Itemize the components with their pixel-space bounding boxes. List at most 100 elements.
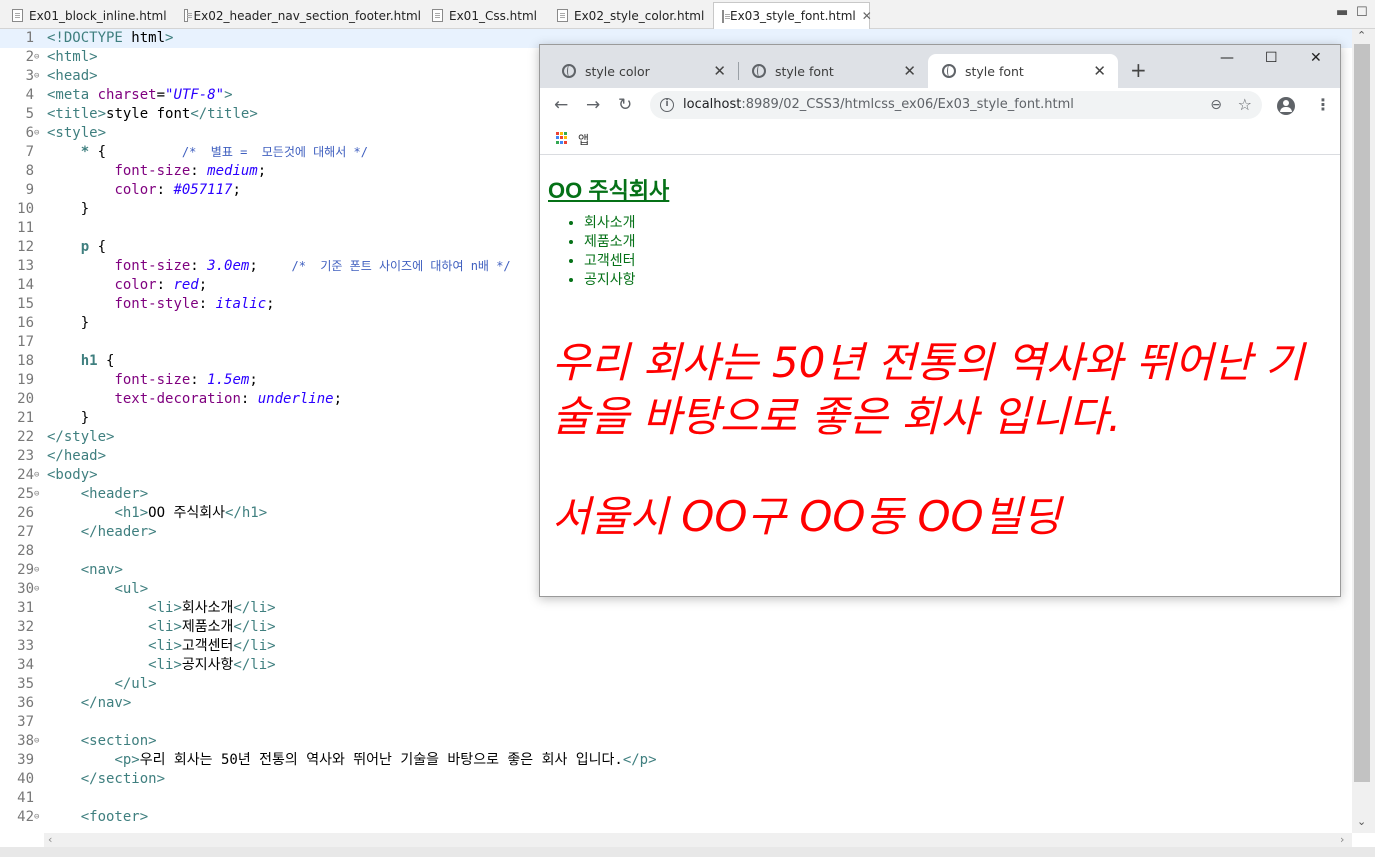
line-number: 20 <box>17 391 34 407</box>
line-number: 26 <box>17 505 34 521</box>
fold-toggle-icon[interactable]: ⊖ <box>34 124 39 143</box>
close-icon[interactable]: ✕ <box>713 62 726 80</box>
code-text: font-size: medium; <box>114 163 267 179</box>
bookmark-star-icon[interactable]: ☆ <box>1238 91 1252 119</box>
browser-tab-label: style color <box>585 63 650 79</box>
apps-grid-icon[interactable] <box>556 132 568 144</box>
browser-tab-active[interactable]: style font ✕ <box>928 54 1118 88</box>
line-number: 14 <box>17 277 34 293</box>
nav-item: 고객센터 <box>584 252 636 271</box>
maximize-icon[interactable]: ☐ <box>1356 5 1368 20</box>
forward-icon[interactable]: → <box>586 95 600 115</box>
browser-tab[interactable]: style font ✕ <box>738 54 928 88</box>
code-line[interactable]: 37 <box>0 713 1352 732</box>
fold-toggle-icon[interactable]: ⊖ <box>34 67 39 86</box>
close-icon[interactable]: ✕ <box>862 9 872 23</box>
editor-tab[interactable]: Ex01_block_inline.html <box>4 2 172 29</box>
page-heading: OO 주식회사 <box>548 178 670 203</box>
new-tab-icon[interactable]: + <box>1130 58 1147 82</box>
html-file-icon <box>432 9 443 22</box>
line-number: 23 <box>17 448 34 464</box>
code-line[interactable]: 36 </nav> <box>0 694 1352 713</box>
line-number: 11 <box>17 220 34 236</box>
profile-icon[interactable] <box>1277 97 1295 115</box>
code-text: <li>제품소개</li> <box>148 619 276 635</box>
code-text: </ul> <box>114 676 157 692</box>
editor-tab[interactable]: Ex01_Css.html <box>424 2 548 29</box>
code-line[interactable]: 40 </section> <box>0 770 1352 789</box>
minimize-icon[interactable]: — <box>1220 50 1234 66</box>
code-line[interactable]: 39 <p>우리 회사는 50년 전통의 역사와 뛰어난 기술을 바탕으로 좋은… <box>0 751 1352 770</box>
html-file-icon <box>722 9 730 23</box>
line-number: 12 <box>17 239 34 255</box>
line-number: 39 <box>17 752 34 768</box>
line-number: 21 <box>17 410 34 426</box>
fold-toggle-icon[interactable]: ⊖ <box>34 732 39 751</box>
editor-tab-active[interactable]: Ex03_style_font.html ✕ <box>713 2 872 29</box>
scrollbar-thumb[interactable] <box>1354 44 1370 782</box>
page-viewport: OO 주식회사 회사소개 제품소개 고객센터 공지사항 우리 회사는 50년 전… <box>540 156 1340 596</box>
scroll-left-icon[interactable]: ‹ <box>48 833 52 846</box>
code-line[interactable]: 35 </ul> <box>0 675 1352 694</box>
code-line[interactable]: 32 <li>제품소개</li> <box>0 618 1352 637</box>
close-icon[interactable]: ✕ <box>903 62 916 80</box>
html-file-icon <box>184 9 192 22</box>
line-number: 9 <box>25 182 34 198</box>
bookmarks-bar: 앱 <box>540 123 1340 155</box>
address-bar[interactable]: i localhost:8989/02_CSS3/htmlcss_ex06/Ex… <box>650 91 1262 119</box>
fold-toggle-icon[interactable]: ⊖ <box>34 808 39 827</box>
url-text[interactable]: localhost:8989/02_CSS3/htmlcss_ex06/Ex03… <box>683 91 1074 119</box>
close-window-icon[interactable]: ✕ <box>1310 50 1322 66</box>
code-text: <html> <box>47 49 98 65</box>
fold-toggle-icon[interactable]: ⊖ <box>34 580 39 599</box>
scroll-down-icon[interactable]: ⌄ <box>1357 815 1366 828</box>
editor-tab-label: Ex02_header_nav_section_footer.html <box>193 8 421 23</box>
code-line[interactable]: 33 <li>고객센터</li> <box>0 637 1352 656</box>
close-icon[interactable]: ✕ <box>1093 62 1106 80</box>
code-line[interactable]: 42 ⊖ <footer> <box>0 808 1352 827</box>
code-line[interactable]: 38 ⊖ <section> <box>0 732 1352 751</box>
scroll-right-icon[interactable]: › <box>1340 833 1344 846</box>
line-number: 28 <box>17 543 34 559</box>
horizontal-scrollbar[interactable]: ‹ › <box>44 833 1352 847</box>
info-icon[interactable]: i <box>660 98 674 112</box>
minimize-icon[interactable]: ▬ <box>1336 5 1348 20</box>
reload-icon[interactable]: ↻ <box>618 95 632 115</box>
line-number: 18 <box>17 353 34 369</box>
code-line[interactable]: 34 <li>공지사항</li> <box>0 656 1352 675</box>
editor-tab[interactable]: Ex02_style_color.html <box>549 2 711 29</box>
code-text: <p>우리 회사는 50년 전통의 역사와 뛰어난 기술을 바탕으로 좋은 회사… <box>114 752 657 768</box>
nav-item: 제품소개 <box>584 233 636 252</box>
maximize-icon[interactable]: ☐ <box>1265 50 1278 66</box>
code-line[interactable]: 31 <li>회사소개</li> <box>0 599 1352 618</box>
back-icon[interactable]: ← <box>554 95 568 115</box>
line-number: 17 <box>17 334 34 350</box>
line-number: 24 <box>17 467 34 483</box>
globe-icon <box>562 64 576 78</box>
fold-toggle-icon[interactable]: ⊖ <box>34 466 39 485</box>
code-text: </section> <box>80 771 166 787</box>
fold-toggle-icon[interactable]: ⊖ <box>34 561 39 580</box>
code-line[interactable]: 41 <box>0 789 1352 808</box>
code-text: } <box>47 201 90 217</box>
vertical-scrollbar[interactable]: ⌃ ⌄ <box>1352 29 1375 833</box>
apps-label[interactable]: 앱 <box>578 131 589 148</box>
scroll-up-icon[interactable]: ⌃ <box>1357 29 1366 42</box>
line-number: 42 <box>17 809 34 825</box>
fold-toggle-icon[interactable]: ⊖ <box>34 485 39 504</box>
line-number: 38 <box>17 733 34 749</box>
globe-icon <box>942 64 956 78</box>
browser-tab[interactable]: style color ✕ <box>548 54 738 88</box>
fold-toggle-icon[interactable]: ⊖ <box>34 48 39 67</box>
zoom-icon[interactable]: ⊖ <box>1210 91 1222 119</box>
editor-tab[interactable]: Ex02_header_nav_section_footer.html <box>176 2 421 29</box>
code-text: <style> <box>47 125 107 141</box>
code-text: <header> <box>80 486 149 502</box>
code-text: <section> <box>80 733 157 749</box>
line-number: 2 <box>25 49 34 65</box>
code-text: <li>회사소개</li> <box>148 600 276 616</box>
menu-icon[interactable]: ⋮ <box>1315 95 1331 114</box>
line-number: 25 <box>17 486 34 502</box>
code-text: <h1>OO 주식회사</h1> <box>114 505 268 521</box>
code-text: font-size: 1.5em; <box>114 372 258 388</box>
